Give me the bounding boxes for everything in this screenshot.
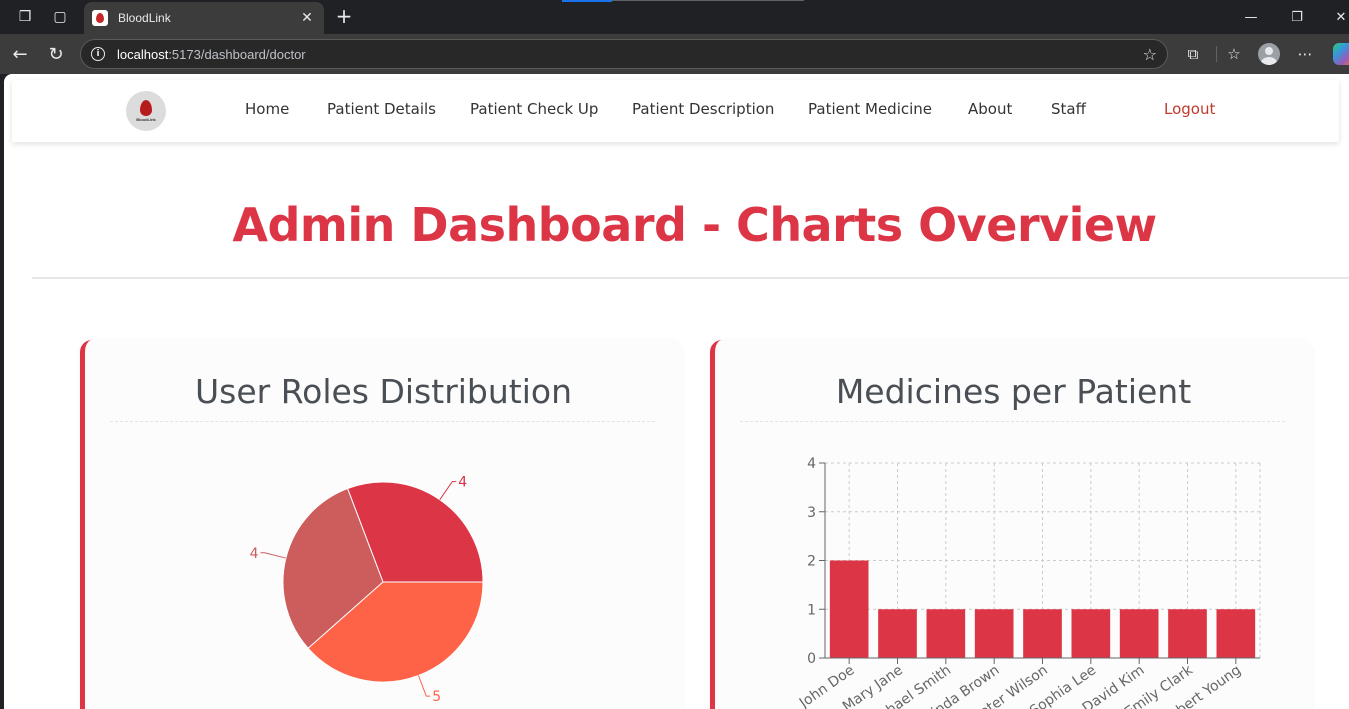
- nav-staff[interactable]: Staff: [1051, 100, 1086, 118]
- site-favicon-icon: [92, 10, 108, 26]
- browser-tab-bar: ❒ ▢ BloodLink ✕ + — ❐ ✕: [0, 0, 1349, 34]
- user-roles-card: User Roles Distribution 4 4 5: [80, 340, 682, 709]
- minimize-icon[interactable]: —: [1236, 6, 1266, 28]
- bar-5[interactable]: [1071, 609, 1111, 658]
- toolbar-separator: [1216, 46, 1217, 62]
- url-text[interactable]: localhost:5173/dashboard/doctor: [117, 47, 1143, 62]
- favorites-icon[interactable]: ☆: [1222, 42, 1246, 66]
- tab-strip-line: [612, 0, 804, 1]
- pie-label-line-2: [417, 675, 431, 697]
- pie-label-line-0: [439, 481, 457, 500]
- profile-avatar-icon[interactable]: [1258, 43, 1280, 65]
- bar-3[interactable]: [974, 609, 1014, 658]
- new-tab-button[interactable]: +: [332, 4, 356, 28]
- y-tick-label: 4: [807, 456, 816, 472]
- y-tick-label: 1: [807, 602, 816, 618]
- medicines-per-patient-card: Medicines per Patient 0 1 2 3 4 John Doe Mary …: [710, 340, 1312, 709]
- close-tab-icon[interactable]: ✕: [298, 10, 316, 26]
- bar-6[interactable]: [1119, 609, 1159, 658]
- y-tick-label: 3: [807, 505, 816, 521]
- nav-patient-check-up[interactable]: Patient Check Up: [470, 100, 598, 118]
- workspaces-icon[interactable]: ❒: [14, 6, 36, 28]
- nav-patient-medicine[interactable]: Patient Medicine: [808, 100, 932, 118]
- site-info-icon[interactable]: i: [91, 47, 105, 61]
- y-tick-label: 0: [807, 651, 816, 667]
- user-roles-pie-chart: 4 4 5: [250, 475, 484, 705]
- nav-patient-details[interactable]: Patient Details: [327, 100, 436, 118]
- reload-icon[interactable]: ↻: [44, 42, 68, 66]
- extensions-icon[interactable]: ⧉: [1181, 42, 1205, 66]
- bar-8[interactable]: [1216, 609, 1256, 658]
- browser-tab-active[interactable]: BloodLink ✕: [84, 2, 324, 34]
- tab-actions-icon[interactable]: ▢: [49, 6, 71, 28]
- bar-2[interactable]: [926, 609, 966, 658]
- more-options-icon[interactable]: ⋯: [1293, 42, 1317, 66]
- y-tick-label: 2: [807, 554, 816, 570]
- favorite-star-icon[interactable]: ☆: [1143, 45, 1157, 64]
- pie-data-label-0: 4: [458, 475, 467, 491]
- bar-4[interactable]: [1023, 609, 1062, 658]
- tab-title: BloodLink: [118, 11, 171, 25]
- address-bar[interactable]: i localhost:5173/dashboard/doctor ☆: [80, 39, 1168, 69]
- page-title: Admin Dashboard - Charts Overview: [232, 198, 1157, 252]
- browser-toolbar: ← ↻ i localhost:5173/dashboard/doctor ☆ …: [0, 34, 1349, 74]
- bar-7[interactable]: [1168, 609, 1207, 658]
- blood-drop-icon: [140, 100, 152, 116]
- back-arrow-icon[interactable]: ←: [8, 42, 32, 66]
- pie-data-label-1: 4: [250, 546, 259, 562]
- bloodlink-logo[interactable]: BloodLink: [126, 91, 166, 131]
- restore-icon[interactable]: ❐: [1282, 6, 1312, 28]
- bar-chart-title: Medicines per Patient: [835, 372, 1192, 411]
- pie-chart-title: User Roles Distribution: [194, 372, 573, 411]
- page-viewport: BloodLink Home Patient Details Patient C…: [4, 74, 1349, 709]
- nav-patient-description[interactable]: Patient Description: [632, 100, 774, 118]
- pie-label-line-1: [260, 552, 287, 559]
- pie-data-label-2: 5: [432, 689, 441, 705]
- logout-link[interactable]: Logout: [1164, 100, 1215, 118]
- medicines-bar-chart: 01234John DoeMary JaneMichael SmithLinda…: [796, 456, 1261, 709]
- close-window-icon[interactable]: ✕: [1326, 6, 1349, 28]
- title-divider: [32, 277, 1349, 279]
- card-divider: [110, 421, 655, 422]
- site-navbar: BloodLink Home Patient Details Patient C…: [12, 80, 1339, 142]
- nav-about[interactable]: About: [968, 100, 1012, 118]
- tab-strip-accent: [562, 0, 612, 2]
- bar-0[interactable]: [829, 560, 869, 659]
- nav-home[interactable]: Home: [245, 100, 289, 118]
- copilot-icon[interactable]: [1333, 43, 1349, 65]
- bar-1[interactable]: [878, 609, 917, 658]
- logo-text: BloodLink: [136, 117, 156, 122]
- card-divider: [740, 421, 1285, 422]
